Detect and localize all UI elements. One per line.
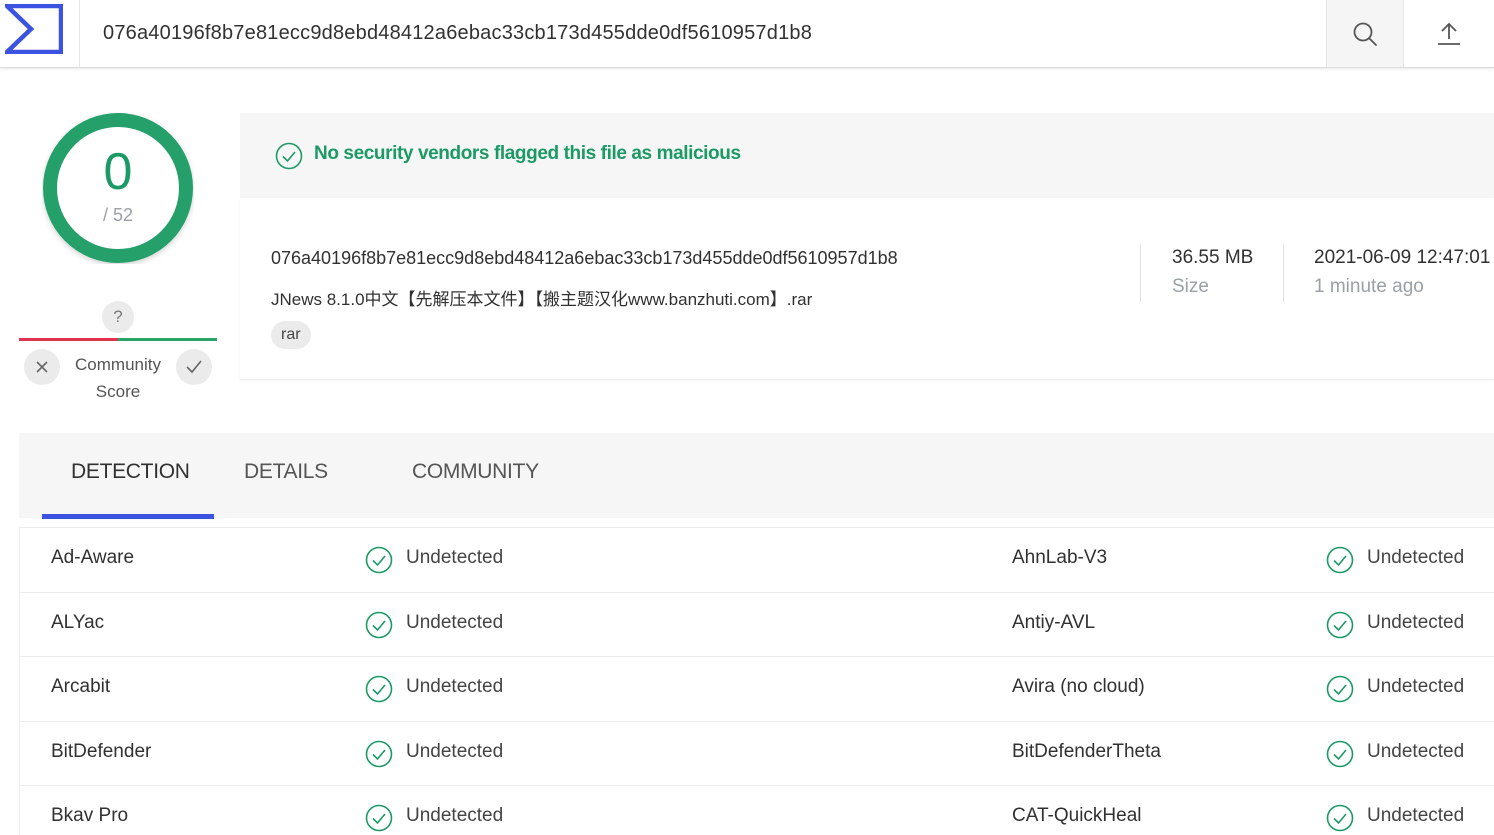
vendor-name: Avira (no cloud) [1012,676,1145,697]
community-bar-malicious [19,338,118,341]
vendor-name: BitDefenderTheta [1012,741,1161,762]
detection-result: Undetected [1367,805,1465,826]
vendor-name: Antiy-AVL [1012,612,1096,633]
divider [1283,244,1284,302]
vendor-name: CAT-QuickHeal [1012,805,1142,826]
status-message: No security vendors flagged this file as… [314,143,741,164]
community-label-line1: Community [75,355,161,374]
active-tab-indicator [42,514,214,519]
detection-result: Undetected [406,612,504,633]
check-circle-icon [365,804,393,832]
check-circle-icon [275,142,303,170]
detection-result: Undetected [406,741,504,762]
table-row: BitDefender Undetected BitDefenderTheta … [20,721,1494,786]
checkmark-icon [186,360,202,374]
report-tabs: DETECTION DETAILS COMMUNITY [19,433,1494,519]
tab-details[interactable]: DETAILS [244,460,328,484]
divider [1140,244,1141,302]
vendor-name: ALYac [51,612,105,633]
check-circle-icon [1326,611,1354,639]
tab-community[interactable]: COMMUNITY [412,460,539,484]
check-circle-icon [365,740,393,768]
vote-malicious-button[interactable] [24,349,60,385]
vendor-total: / 52 [102,205,134,225]
detection-result: Undetected [1367,547,1465,568]
detection-count: 0 [103,143,133,201]
top-bar [0,0,1494,68]
check-circle-icon [1326,546,1354,574]
community-label-line2: Score [95,382,141,401]
file-size-label: Size [1172,276,1209,297]
detection-result: Undetected [1367,676,1465,697]
close-icon [36,361,48,373]
community-score-label: Community Score [62,351,174,405]
check-circle-icon [365,611,393,639]
sigma-logo-icon [5,4,63,54]
upload-button[interactable] [1403,0,1494,67]
file-size-value: 36.55 MB [1172,247,1254,268]
analysis-date-relative: 1 minute ago [1314,276,1424,297]
upload-icon [1438,22,1460,45]
vendor-name: Bkav Pro [51,805,129,826]
check-circle-icon [365,675,393,703]
check-circle-icon [1326,675,1354,703]
table-row: Bkav Pro Undetected CAT-QuickHeal Undete… [20,785,1494,835]
detection-result: Undetected [1367,741,1465,762]
community-bar-harmless [118,338,217,341]
vendor-name: Arcabit [51,676,111,697]
search-icon [1353,22,1377,46]
file-info-card: 076a40196f8b7e81ecc9d8ebd48412a6ebac33cb… [240,198,1494,380]
check-circle-icon [1326,740,1354,768]
table-row: ALYac Undetected Antiy-AVL Undetected [20,592,1494,657]
table-row: Arcabit Undetected Avira (no cloud) Unde… [20,656,1494,721]
community-score-value[interactable]: ? [102,301,134,333]
detection-result: Undetected [406,676,504,697]
analysis-date-value: 2021-06-09 12:47:01 [1314,247,1491,268]
detection-table: Ad-Aware Undetected AhnLab-V3 Undetected… [19,527,1494,835]
detection-result: Undetected [406,805,504,826]
virustotal-logo[interactable] [0,0,80,67]
vendor-name: BitDefender [51,741,152,762]
vote-harmless-button[interactable] [176,349,212,385]
file-hash[interactable]: 076a40196f8b7e81ecc9d8ebd48412a6ebac33cb… [271,248,898,269]
detection-result: Undetected [406,547,504,568]
search-button[interactable] [1326,0,1403,67]
search-input[interactable] [81,0,1326,67]
table-row: Ad-Aware Undetected AhnLab-V3 Undetected [20,527,1494,592]
vendor-name: AhnLab-V3 [1012,547,1108,568]
detection-result: Undetected [1367,612,1465,633]
check-circle-icon [365,546,393,574]
check-circle-icon [1326,804,1354,832]
status-banner: No security vendors flagged this file as… [240,113,1494,198]
vendor-name: Ad-Aware [51,547,135,568]
detection-score-ring: 0 / 52 [42,112,194,264]
tab-detection[interactable]: DETECTION [71,460,190,484]
file-type-tag[interactable]: rar [271,321,311,349]
file-name: JNews 8.1.0中文【先解压本文件】【搬主题汉化www.banzhuti.… [271,290,813,309]
